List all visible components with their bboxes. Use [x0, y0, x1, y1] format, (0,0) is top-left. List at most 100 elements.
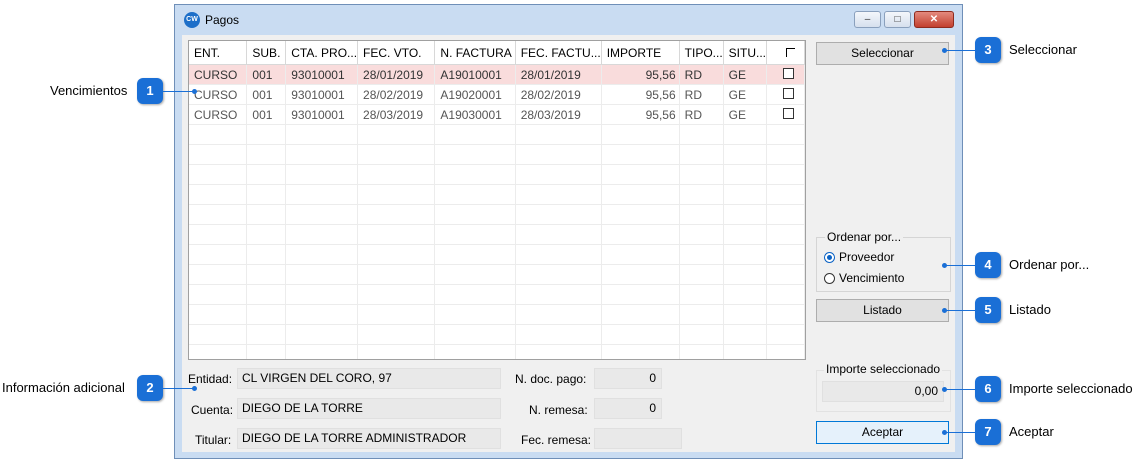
row-checkbox[interactable]	[782, 87, 794, 99]
table-row[interactable]	[189, 184, 805, 205]
table-cell	[679, 324, 724, 345]
table-cell: CURSO	[189, 84, 248, 105]
callout-5-dot	[942, 308, 947, 313]
close-button[interactable]: ✕	[914, 11, 954, 28]
table-row[interactable]	[189, 244, 805, 265]
table-cell	[189, 304, 248, 325]
table-row[interactable]	[189, 144, 805, 165]
table-cell	[601, 344, 680, 359]
table-cell	[723, 244, 768, 265]
table-row[interactable]	[189, 164, 805, 185]
row-checkbox[interactable]	[782, 107, 794, 119]
table-cell	[515, 144, 602, 165]
checkbox-header-icon	[786, 47, 796, 57]
listado-button[interactable]: Listado	[816, 299, 949, 322]
table-cell: CURSO	[189, 64, 248, 85]
row-checkbox-cell	[766, 224, 805, 245]
table-row[interactable]	[189, 344, 805, 359]
select-all-checkbox[interactable]	[766, 41, 805, 65]
callout-5-line	[945, 310, 975, 311]
table-cell	[723, 304, 768, 325]
table-row[interactable]	[189, 304, 805, 325]
table-body: CURSO 001 93010001 28/01/2019 A19010001 28/01…	[189, 64, 805, 359]
table-cell	[285, 184, 359, 205]
entidad-label: Entidad:	[188, 372, 233, 386]
table-row[interactable]	[189, 224, 805, 245]
table-cell: GE	[723, 64, 768, 85]
table-cell	[515, 164, 602, 185]
table-cell: 28/02/2019	[357, 84, 436, 105]
table-row[interactable]: CURSO 001 93010001 28/03/2019 A19030001 28/03…	[189, 104, 805, 125]
column-header[interactable]: ENT.	[189, 41, 248, 65]
table-row[interactable]: CURSO 001 93010001 28/02/2019 A19020001 28/02…	[189, 84, 805, 105]
table-cell	[723, 264, 768, 285]
table-cell	[515, 244, 602, 265]
table-cell	[679, 224, 724, 245]
table-cell	[723, 284, 768, 305]
table-cell	[601, 144, 680, 165]
importe-seleccionado-group: Importe seleccionado 0,00	[816, 362, 951, 412]
table-row[interactable]	[189, 124, 805, 145]
table-cell: RD	[679, 64, 724, 85]
table-cell	[515, 184, 602, 205]
minimize-button[interactable]: –	[854, 11, 881, 28]
radio-proveedor-label[interactable]: Proveedor	[839, 250, 894, 264]
row-checkbox-cell	[766, 184, 805, 205]
row-checkbox-cell	[766, 64, 805, 85]
titular-field: DIEGO DE LA TORRE ADMINISTRADOR	[237, 428, 501, 449]
title-bar[interactable]: CW Pagos – □ ✕	[175, 5, 962, 35]
callout-1-dot	[192, 89, 197, 94]
table-cell	[189, 264, 248, 285]
column-header[interactable]: FEC. VTO.	[357, 41, 436, 65]
table-cell: A19010001	[434, 64, 516, 85]
vencimientos-table: ENT. SUB. CTA. PRO... FEC. VTO. N. FACTU…	[189, 41, 805, 359]
column-header[interactable]: FEC. FACTU...	[515, 41, 602, 65]
table-row[interactable]	[189, 284, 805, 305]
table-row[interactable]	[189, 204, 805, 225]
column-header[interactable]: SITU...	[723, 41, 768, 65]
table-row[interactable]: CURSO 001 93010001 28/01/2019 A19010001 28/01…	[189, 64, 805, 85]
table-cell	[189, 184, 248, 205]
row-checkbox[interactable]	[782, 67, 794, 79]
nremesa-field: 0	[594, 398, 662, 419]
table-cell	[601, 204, 680, 225]
table-cell	[601, 244, 680, 265]
table-header: ENT. SUB. CTA. PRO... FEC. VTO. N. FACTU…	[189, 41, 805, 65]
maximize-button[interactable]: □	[884, 11, 911, 28]
row-checkbox-cell	[766, 264, 805, 285]
table-cell	[434, 304, 516, 325]
table-cell	[601, 124, 680, 145]
column-header[interactable]: CTA. PRO...	[285, 41, 359, 65]
table-cell	[285, 344, 359, 359]
vencimientos-grid[interactable]: ENT. SUB. CTA. PRO... FEC. VTO. N. FACTU…	[188, 40, 806, 360]
table-cell: GE	[723, 84, 768, 105]
table-cell: 28/03/2019	[357, 104, 436, 125]
column-header[interactable]: IMPORTE	[601, 41, 680, 65]
table-cell	[285, 264, 359, 285]
table-cell: 28/02/2019	[515, 84, 602, 105]
radio-proveedor[interactable]	[824, 252, 835, 263]
table-cell	[357, 124, 436, 145]
table-cell: GE	[723, 104, 768, 125]
column-header[interactable]: SUB.	[246, 41, 287, 65]
seleccionar-button[interactable]: Seleccionar	[816, 42, 949, 65]
window-title: Pagos	[205, 13, 240, 27]
table-cell	[357, 144, 436, 165]
table-row[interactable]	[189, 324, 805, 345]
table-cell	[679, 124, 724, 145]
aceptar-button[interactable]: Aceptar	[816, 421, 949, 444]
column-header[interactable]: TIPO...	[679, 41, 724, 65]
table-cell: 95,56	[601, 64, 680, 85]
table-cell	[357, 324, 436, 345]
column-header[interactable]: N. FACTURA	[434, 41, 516, 65]
table-cell	[723, 224, 768, 245]
ordenar-por-group: Ordenar por... Proveedor Vencimiento	[816, 230, 951, 292]
callout-1-badge: 1	[137, 78, 163, 104]
entidad-field: CL VIRGEN DEL CORO, 97	[237, 368, 501, 389]
table-cell	[357, 264, 436, 285]
table-row[interactable]	[189, 264, 805, 285]
radio-vencimiento-label[interactable]: Vencimiento	[839, 271, 904, 285]
callout-3-line	[945, 50, 975, 51]
radio-vencimiento[interactable]	[824, 273, 835, 284]
table-cell	[515, 344, 602, 359]
